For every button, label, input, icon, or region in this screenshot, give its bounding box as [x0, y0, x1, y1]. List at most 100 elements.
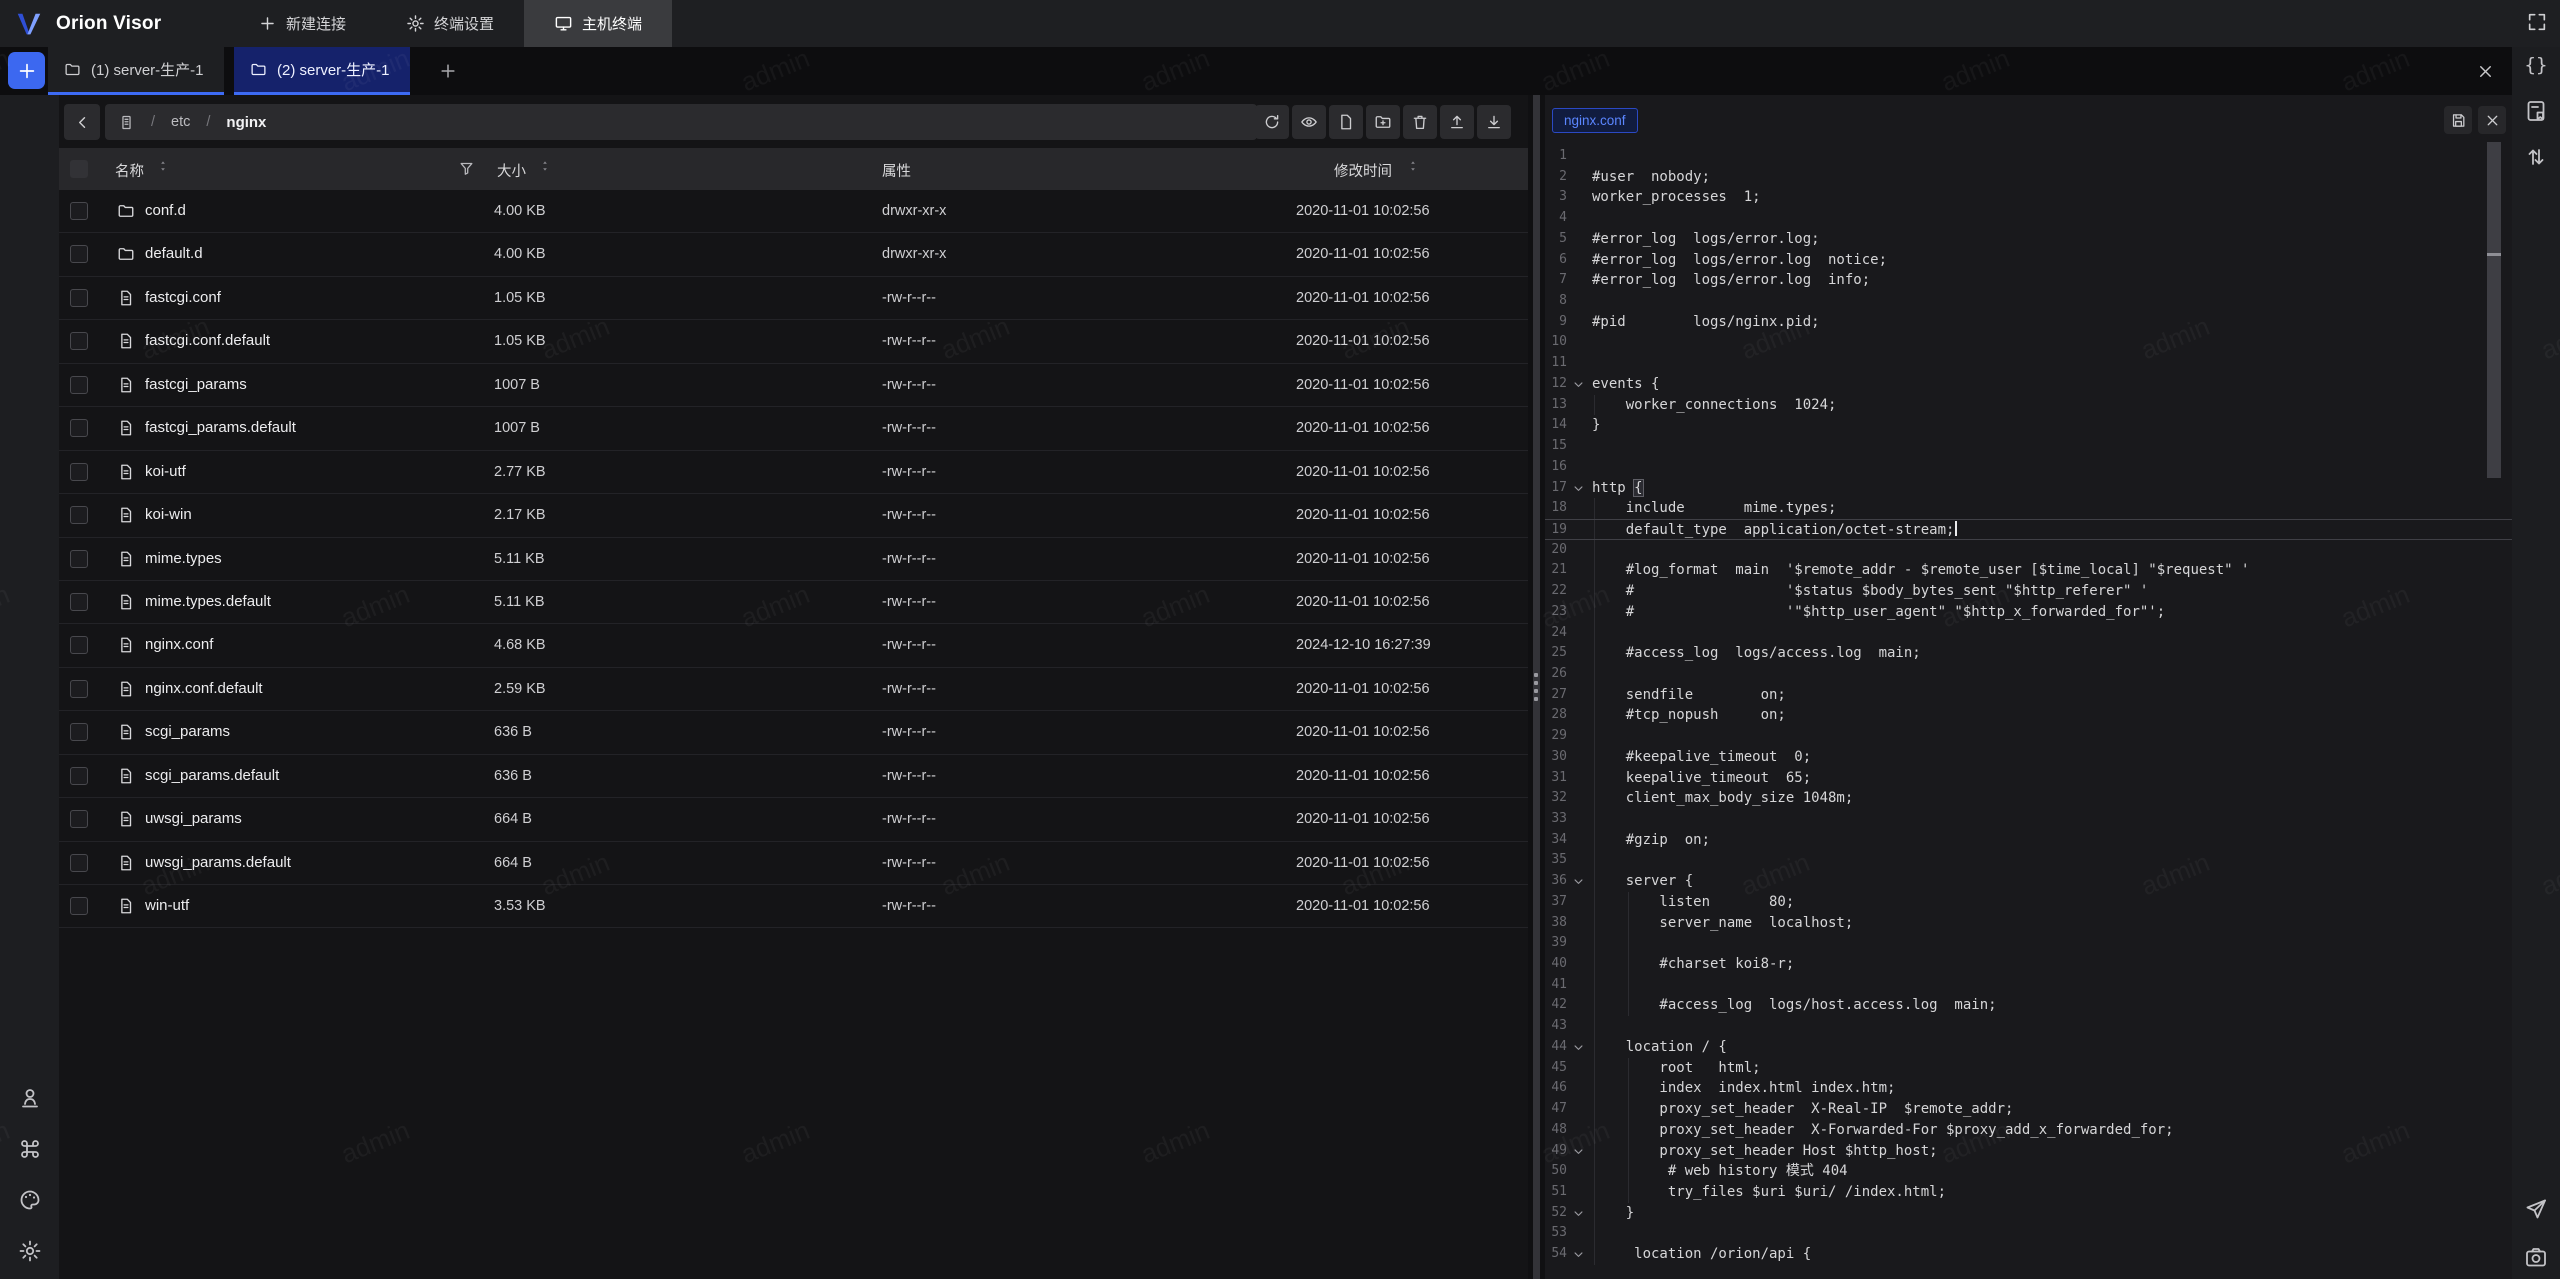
code-line-35[interactable]: 35: [1545, 850, 2512, 871]
scrollbar-thumb[interactable]: [2487, 142, 2501, 478]
file-name[interactable]: mime.types.default: [145, 593, 271, 610]
file-name[interactable]: uwsgi_params: [145, 810, 242, 827]
fold-chevron-icon[interactable]: [1571, 1206, 1586, 1221]
new-folder-button[interactable]: [1366, 105, 1400, 139]
code-line-42[interactable]: 42 #access_log logs/host.access.log main…: [1545, 995, 2512, 1016]
file-row-conf.d[interactable]: conf.d4.00 KBdrwxr-xr-x2020-11-01 10:02:…: [59, 190, 1528, 233]
file-bookmark-button[interactable]: [2524, 99, 2548, 123]
code-line-22[interactable]: 22 # '$status $body_bytes_sent "$http_re…: [1545, 581, 2512, 602]
row-checkbox[interactable]: [70, 376, 88, 394]
menu-item-new-connection[interactable]: 新建连接: [228, 0, 376, 47]
file-name[interactable]: fastcgi_params: [145, 376, 247, 393]
file-name[interactable]: koi-utf: [145, 463, 186, 480]
code-line-1[interactable]: 1: [1545, 146, 2512, 167]
code-line-47[interactable]: 47 proxy_set_header X-Real-IP $remote_ad…: [1545, 1099, 2512, 1120]
code-line-30[interactable]: 30 #keepalive_timeout 0;: [1545, 747, 2512, 768]
row-checkbox[interactable]: [70, 593, 88, 611]
command-button[interactable]: [18, 1137, 42, 1161]
preview-button[interactable]: [1292, 105, 1326, 139]
row-checkbox[interactable]: [70, 854, 88, 872]
code-line-14[interactable]: 14}: [1545, 415, 2512, 436]
file-row-mime.types.default[interactable]: mime.types.default5.11 KB-rw-r--r--2020-…: [59, 581, 1528, 624]
file-name[interactable]: scgi_params.default: [145, 767, 279, 784]
save-file-button[interactable]: [2444, 106, 2472, 134]
file-name[interactable]: nginx.conf: [145, 636, 213, 653]
file-name[interactable]: nginx.conf.default: [145, 680, 263, 697]
fullscreen-button[interactable]: [2526, 11, 2548, 33]
code-line-45[interactable]: 45 root html;: [1545, 1058, 2512, 1079]
row-checkbox[interactable]: [70, 506, 88, 524]
file-row-uwsgi_params[interactable]: uwsgi_params664 B-rw-r--r--2020-11-01 10…: [59, 798, 1528, 841]
delete-button[interactable]: [1403, 105, 1437, 139]
code-line-4[interactable]: 4: [1545, 208, 2512, 229]
fold-chevron-icon[interactable]: [1571, 874, 1586, 889]
file-row-scgi_params.default[interactable]: scgi_params.default636 B-rw-r--r--2020-1…: [59, 755, 1528, 798]
file-row-koi-utf[interactable]: koi-utf2.77 KB-rw-r--r--2020-11-01 10:02…: [59, 451, 1528, 494]
sort-icon[interactable]: [1406, 159, 1420, 179]
file-name[interactable]: fastcgi_params.default: [145, 419, 296, 436]
column-name[interactable]: 名称: [115, 160, 144, 181]
code-line-13[interactable]: 13 worker_connections 1024;: [1545, 395, 2512, 416]
row-checkbox[interactable]: [70, 202, 88, 220]
code-line-12[interactable]: 12events {: [1545, 374, 2512, 395]
code-line-36[interactable]: 36 server {: [1545, 871, 2512, 892]
file-row-fastcgi_params[interactable]: fastcgi_params1007 B-rw-r--r--2020-11-01…: [59, 364, 1528, 407]
back-button[interactable]: [64, 104, 100, 140]
download-button[interactable]: [1477, 105, 1511, 139]
code-line-52[interactable]: 52 }: [1545, 1203, 2512, 1224]
swap-vertical-button[interactable]: [2524, 145, 2548, 169]
code-line-54[interactable]: 54 location /orion/api {: [1545, 1244, 2512, 1265]
terminal-tab-1[interactable]: (1) server-生产-1: [48, 47, 224, 95]
code-line-51[interactable]: 51 try_files $uri $uri/ /index.html;: [1545, 1182, 2512, 1203]
code-line-8[interactable]: 8: [1545, 291, 2512, 312]
file-row-win-utf[interactable]: win-utf3.53 KB-rw-r--r--2020-11-01 10:02…: [59, 885, 1528, 928]
file-row-fastcgi_params.default[interactable]: fastcgi_params.default1007 B-rw-r--r--20…: [59, 407, 1528, 450]
breadcrumb-segment[interactable]: nginx: [226, 114, 266, 131]
code-line-9[interactable]: 9#pid logs/nginx.pid;: [1545, 312, 2512, 333]
row-checkbox[interactable]: [70, 332, 88, 350]
add-tab-button[interactable]: [438, 60, 460, 82]
code-line-16[interactable]: 16: [1545, 457, 2512, 478]
file-row-koi-win[interactable]: koi-win2.17 KB-rw-r--r--2020-11-01 10:02…: [59, 494, 1528, 537]
code-line-17[interactable]: 17http {: [1545, 478, 2512, 499]
row-checkbox[interactable]: [70, 680, 88, 698]
file-name[interactable]: mime.types: [145, 550, 222, 567]
panel-splitter[interactable]: [1528, 95, 1545, 1279]
sort-icon[interactable]: [156, 159, 170, 179]
code-line-29[interactable]: 29: [1545, 726, 2512, 747]
upload-button[interactable]: [1440, 105, 1474, 139]
code-line-40[interactable]: 40 #charset koi8-r;: [1545, 954, 2512, 975]
open-file-tag[interactable]: nginx.conf: [1552, 108, 1638, 133]
code-line-10[interactable]: 10: [1545, 332, 2512, 353]
file-name[interactable]: koi-win: [145, 506, 192, 523]
code-line-31[interactable]: 31 keepalive_timeout 65;: [1545, 768, 2512, 789]
new-terminal-button[interactable]: [8, 52, 45, 89]
code-line-34[interactable]: 34 #gzip on;: [1545, 830, 2512, 851]
settings-button[interactable]: [18, 1239, 42, 1263]
row-checkbox[interactable]: [70, 550, 88, 568]
filter-icon[interactable]: [458, 160, 475, 177]
file-name[interactable]: fastcgi.conf: [145, 289, 221, 306]
code-line-3[interactable]: 3worker_processes 1;: [1545, 187, 2512, 208]
code-line-53[interactable]: 53: [1545, 1223, 2512, 1244]
fold-chevron-icon[interactable]: [1571, 481, 1586, 496]
row-checkbox[interactable]: [70, 245, 88, 263]
code-line-19[interactable]: 19 default_type application/octet-stream…: [1545, 519, 2512, 540]
screenshot-button[interactable]: [2524, 1245, 2548, 1269]
palette-button[interactable]: [18, 1188, 42, 1212]
file-name[interactable]: scgi_params: [145, 723, 230, 740]
code-line-43[interactable]: 43: [1545, 1016, 2512, 1037]
code-line-26[interactable]: 26: [1545, 664, 2512, 685]
code-line-2[interactable]: 2#user nobody;: [1545, 167, 2512, 188]
brand[interactable]: Orion Visor: [14, 0, 161, 47]
code-line-21[interactable]: 21 #log_format main '$remote_addr - $rem…: [1545, 560, 2512, 581]
fold-chevron-icon[interactable]: [1571, 1247, 1586, 1262]
menu-item-host-terminal[interactable]: 主机终端: [524, 0, 672, 47]
code-line-39[interactable]: 39: [1545, 933, 2512, 954]
sort-icon[interactable]: [538, 159, 552, 179]
code-line-33[interactable]: 33: [1545, 809, 2512, 830]
send-button[interactable]: [2524, 1197, 2548, 1221]
file-row-mime.types[interactable]: mime.types5.11 KB-rw-r--r--2020-11-01 10…: [59, 538, 1528, 581]
code-line-27[interactable]: 27 sendfile on;: [1545, 685, 2512, 706]
editor-scrollbar[interactable]: [2487, 142, 2501, 1279]
